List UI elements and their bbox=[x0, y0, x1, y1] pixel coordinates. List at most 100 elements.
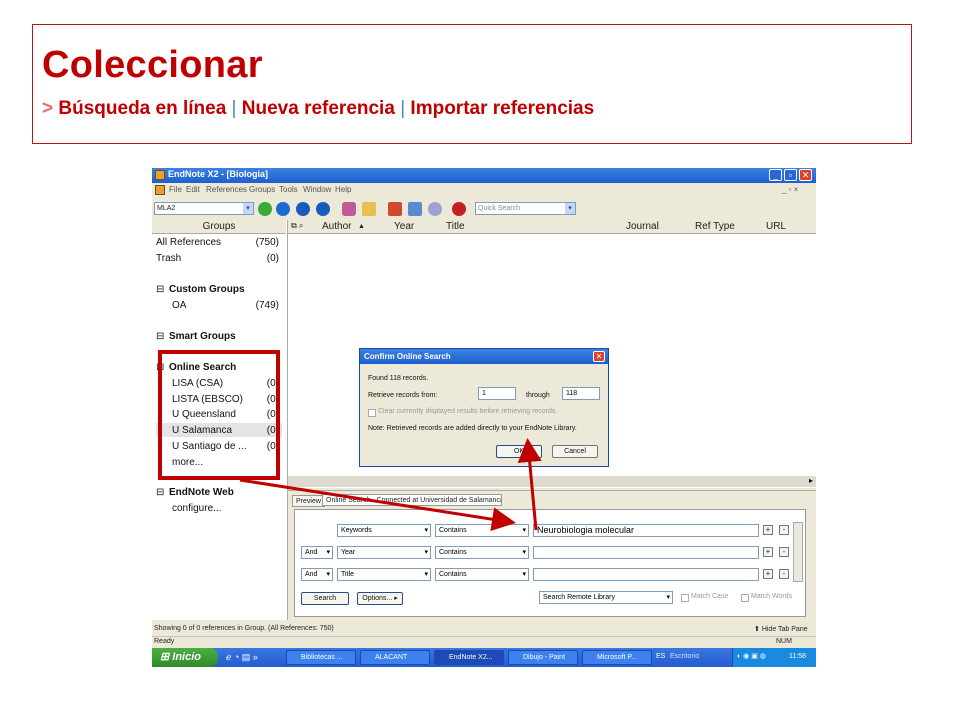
remove-row-button[interactable]: - bbox=[779, 569, 789, 579]
tray-icons[interactable]: ◐ ◉ ▣ ◍ bbox=[737, 652, 766, 660]
language-indicator[interactable]: ES bbox=[656, 653, 665, 660]
operator-value: Contains bbox=[439, 571, 467, 578]
hide-tab-pane-button[interactable]: ⬆ Hide Tab Pane bbox=[754, 625, 808, 633]
cancel-button[interactable]: Cancel bbox=[552, 445, 598, 458]
col-author[interactable]: Author bbox=[322, 221, 351, 232]
match-words-checkbox[interactable] bbox=[741, 594, 749, 602]
menu-file[interactable]: File bbox=[169, 185, 182, 194]
endnote-web-heading[interactable]: EndNote Web bbox=[169, 487, 234, 498]
connector-value: And bbox=[305, 549, 318, 556]
field-select-year[interactable]: Year ▾ bbox=[337, 546, 431, 559]
operator-select[interactable]: Contains ▾ bbox=[435, 568, 529, 581]
options-button[interactable]: Options... ▸ bbox=[357, 592, 403, 605]
triangle-right-icon: ▸ bbox=[394, 595, 398, 602]
ok-button[interactable]: OK bbox=[496, 445, 542, 458]
horizontal-scrollbar[interactable]: ▸ bbox=[288, 476, 816, 487]
status-ready: Ready bbox=[154, 638, 175, 645]
upload-icon[interactable] bbox=[316, 202, 330, 216]
search-term-input[interactable] bbox=[533, 546, 759, 559]
group-all-references[interactable]: All References bbox=[156, 237, 221, 248]
clear-results-checkbox[interactable] bbox=[368, 409, 376, 417]
field-select-keywords[interactable]: Keywords ▾ bbox=[337, 524, 431, 537]
style-select[interactable]: MLA2 ▾ bbox=[154, 202, 254, 215]
help-icon[interactable] bbox=[452, 202, 466, 216]
match-case-checkbox[interactable] bbox=[681, 594, 689, 602]
download-icon[interactable] bbox=[296, 202, 310, 216]
remove-row-button[interactable]: - bbox=[779, 547, 789, 557]
close-button[interactable]: ✕ bbox=[799, 169, 812, 181]
connector-select[interactable]: And ▾ bbox=[301, 546, 333, 559]
field-select-title[interactable]: Title ▾ bbox=[337, 568, 431, 581]
collapse-icon[interactable]: ⊟ bbox=[156, 331, 164, 342]
maximize-button[interactable]: ▫ bbox=[784, 169, 797, 181]
find-duplicates-icon[interactable] bbox=[342, 202, 356, 216]
menu-window[interactable]: Window bbox=[303, 185, 331, 194]
doc-minimize[interactable]: _ ▫ × bbox=[782, 185, 798, 194]
col-title[interactable]: Title bbox=[446, 221, 465, 232]
taskbar: ⊞ Inicio ℯ ◔ ▤ » Bibliotecas ... ALACANT… bbox=[152, 648, 816, 667]
smart-groups-heading[interactable]: Smart Groups bbox=[169, 331, 236, 342]
chevron-down-icon: ▾ bbox=[522, 527, 526, 534]
subtitle-separator: | bbox=[400, 98, 406, 119]
open-folder-icon[interactable] bbox=[362, 202, 376, 216]
col-ref-type[interactable]: Ref Type bbox=[695, 221, 735, 232]
tab-online-search[interactable]: Online Search - Connected at Universidad… bbox=[322, 494, 502, 506]
field-value: Keywords bbox=[341, 527, 372, 534]
menu-tools[interactable]: Tools bbox=[279, 185, 298, 194]
subtitle-busqueda: Búsqueda en línea bbox=[58, 98, 227, 119]
task-powerpoint[interactable]: Microsoft P... bbox=[582, 650, 652, 665]
search-panel: Keywords ▾ Contains ▾ Neurobiologia molecu… bbox=[294, 509, 806, 617]
remove-row-button[interactable]: - bbox=[779, 525, 789, 535]
operator-select[interactable]: Contains ▾ bbox=[435, 524, 529, 537]
window-title: EndNote X2 - [Biologia] bbox=[168, 169, 268, 179]
add-row-button[interactable]: + bbox=[763, 547, 773, 557]
scroll-right-icon[interactable]: ▸ bbox=[806, 476, 816, 487]
add-row-button[interactable]: + bbox=[763, 525, 773, 535]
desktop-toolbar[interactable]: Escritorio bbox=[670, 653, 699, 660]
menu-groups[interactable]: Groups bbox=[249, 185, 275, 194]
minimize-button[interactable]: _ bbox=[769, 169, 782, 181]
dialog-close-button[interactable]: ✕ bbox=[593, 351, 605, 362]
col-year[interactable]: Year bbox=[394, 221, 414, 232]
group-oa[interactable]: OA bbox=[172, 300, 186, 311]
task-paint[interactable]: Dibujo - Paint bbox=[508, 650, 578, 665]
options-label: Options... bbox=[362, 595, 393, 602]
status-bar-ready: Ready NUM bbox=[152, 636, 816, 648]
endnote-web-configure[interactable]: configure... bbox=[172, 503, 221, 514]
menu-references[interactable]: References bbox=[206, 185, 247, 194]
new-reference-icon[interactable] bbox=[258, 202, 272, 216]
col-journal[interactable]: Journal bbox=[626, 221, 659, 232]
quick-search-input[interactable]: Quick Search ▾ bbox=[475, 202, 576, 215]
task-alacant[interactable]: ALACANT bbox=[360, 650, 430, 665]
windows-flag-icon: ⊞ bbox=[160, 651, 170, 663]
operator-select[interactable]: Contains ▾ bbox=[435, 546, 529, 559]
collapse-icon[interactable]: ⊟ bbox=[156, 487, 164, 498]
library-select[interactable]: Search Remote Library ▾ bbox=[539, 591, 673, 604]
task-endnote[interactable]: EndNote X2... bbox=[434, 650, 504, 665]
connector-select[interactable]: And ▾ bbox=[301, 568, 333, 581]
search-term-input[interactable]: Neurobiologia molecular bbox=[533, 524, 759, 537]
collapse-icon[interactable]: ⊟ bbox=[156, 284, 164, 295]
menu-edit[interactable]: Edit bbox=[186, 185, 200, 194]
from-record-input[interactable]: 1 bbox=[478, 387, 516, 400]
start-button[interactable]: ⊞ Inicio bbox=[152, 648, 218, 667]
tab-preview[interactable]: Preview bbox=[292, 495, 325, 507]
add-row-button[interactable]: + bbox=[763, 569, 773, 579]
search-button[interactable]: Search bbox=[301, 592, 349, 605]
group-trash[interactable]: Trash bbox=[156, 253, 181, 264]
pdf-icon[interactable] bbox=[388, 202, 402, 216]
col-url[interactable]: URL bbox=[766, 221, 786, 232]
to-record-input[interactable]: 118 bbox=[562, 387, 600, 400]
search-rows-scrollbar[interactable] bbox=[793, 522, 803, 582]
attachment-col-icon[interactable]: ⧉ ⌕ bbox=[291, 221, 303, 231]
quick-launch-icons[interactable]: ℯ ◔ ▤ » bbox=[226, 652, 258, 663]
menu-help[interactable]: Help bbox=[335, 185, 351, 194]
word-icon[interactable] bbox=[428, 202, 442, 216]
search-term-input[interactable] bbox=[533, 568, 759, 581]
format-icon[interactable] bbox=[408, 202, 422, 216]
style-select-value: MLA2 bbox=[157, 205, 176, 212]
online-search-icon[interactable] bbox=[276, 202, 290, 216]
custom-groups-heading[interactable]: Custom Groups bbox=[169, 284, 245, 295]
task-bibliotecas[interactable]: Bibliotecas ... bbox=[286, 650, 356, 665]
quick-search-placeholder: Quick Search bbox=[478, 205, 521, 212]
